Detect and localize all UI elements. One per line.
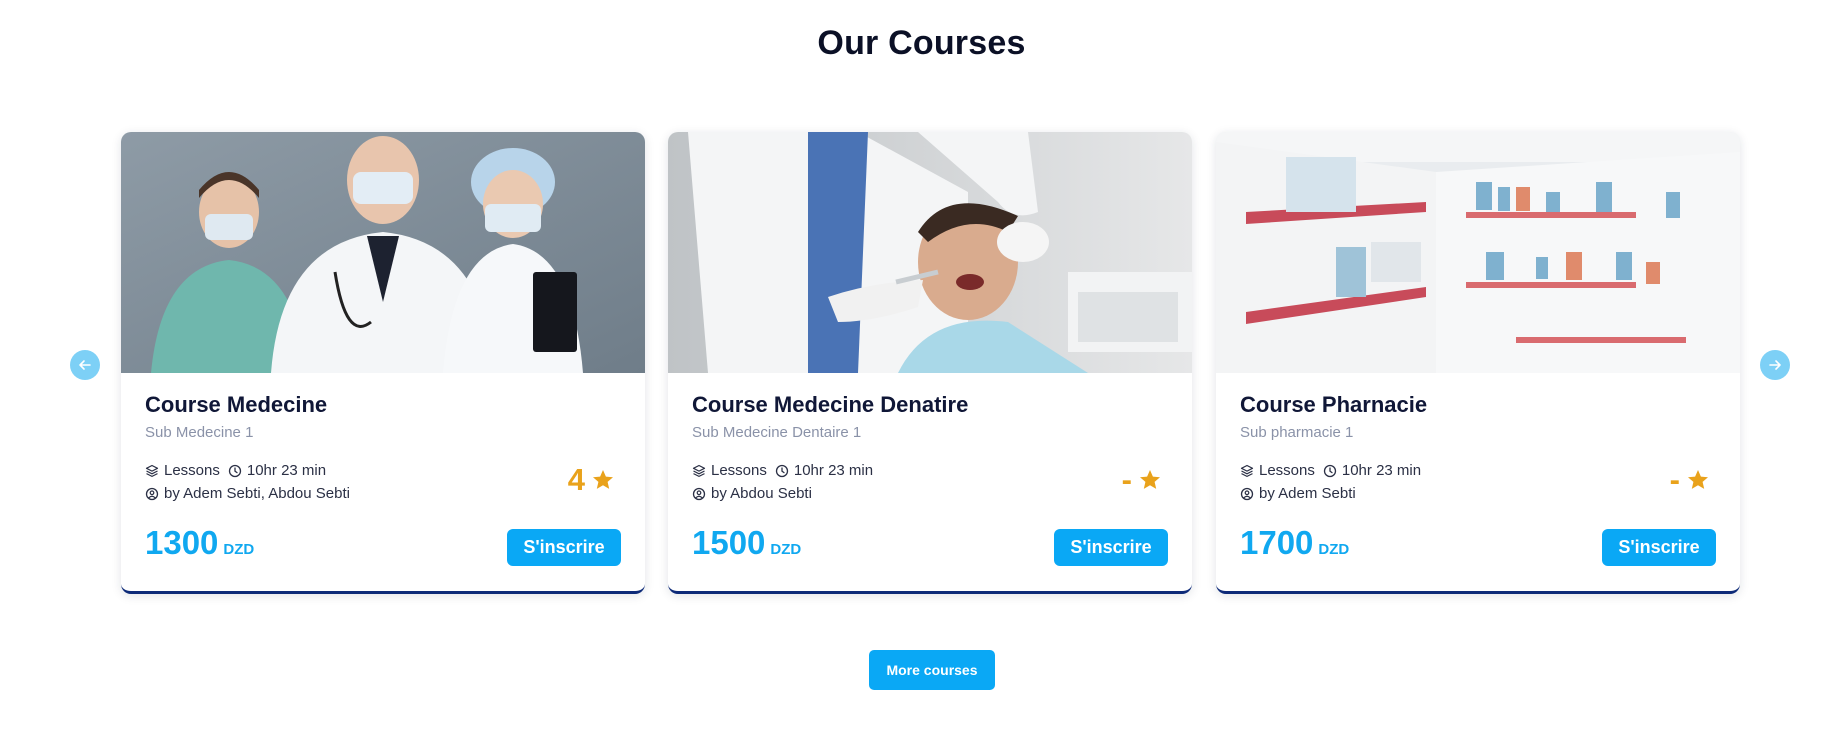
layers-icon bbox=[692, 464, 706, 478]
star-icon bbox=[1686, 468, 1710, 492]
user-icon bbox=[692, 487, 706, 501]
authors-label: by Adem Sebti, Abdou Sebti bbox=[164, 485, 350, 502]
duration-label: 10hr 23 min bbox=[246, 462, 327, 479]
course-rating: 4 bbox=[568, 462, 615, 498]
course-image-dentist bbox=[668, 132, 1192, 373]
layers-icon bbox=[1240, 464, 1254, 478]
price-currency: DZD bbox=[1318, 541, 1350, 558]
lessons-label: Lessons bbox=[1259, 462, 1315, 479]
course-subtitle: Sub Medecine 1 bbox=[145, 424, 254, 441]
price-currency: DZD bbox=[770, 541, 802, 558]
rating-value: 4 bbox=[567, 462, 585, 497]
course-rating: - bbox=[1122, 462, 1162, 498]
price-amount: 1700 bbox=[1240, 524, 1314, 561]
authors-label: by Adem Sebti bbox=[1259, 485, 1356, 502]
lessons-label: Lessons bbox=[711, 462, 767, 479]
course-price: 1500 DZD bbox=[692, 524, 801, 562]
course-subtitle: Sub Medecine Dentaire 1 bbox=[692, 424, 862, 441]
star-icon bbox=[591, 468, 615, 492]
price-currency: DZD bbox=[223, 541, 255, 558]
star-icon bbox=[1138, 468, 1162, 492]
course-title[interactable]: Course Medecine bbox=[145, 392, 327, 418]
course-subtitle: Sub pharmacie 1 bbox=[1240, 424, 1354, 441]
course-image-pharmacy bbox=[1216, 132, 1740, 373]
course-price: 1700 DZD bbox=[1240, 524, 1349, 562]
course-title[interactable]: Course Pharnacie bbox=[1240, 392, 1427, 418]
section-title: Our Courses bbox=[817, 24, 1026, 62]
course-rating: - bbox=[1670, 462, 1710, 498]
lessons-label: Lessons bbox=[164, 462, 220, 479]
course-image-medical-staff bbox=[121, 132, 645, 373]
more-courses-button[interactable]: More courses bbox=[869, 650, 995, 690]
arrow-right-icon bbox=[1768, 358, 1782, 372]
duration-label: 10hr 23 min bbox=[793, 462, 874, 479]
arrow-left-icon bbox=[78, 358, 92, 372]
clock-icon bbox=[1323, 464, 1337, 478]
clock-icon bbox=[775, 464, 789, 478]
user-icon bbox=[145, 487, 159, 501]
rating-value: - bbox=[1669, 462, 1680, 497]
course-card[interactable]: Course Medecine Sub Medecine 1 Lessons 1… bbox=[121, 132, 645, 594]
authors-label: by Abdou Sebti bbox=[711, 485, 812, 502]
carousel-prev-button[interactable] bbox=[70, 350, 100, 380]
enroll-button[interactable]: S'inscrire bbox=[507, 529, 621, 566]
course-title[interactable]: Course Medecine Denatire bbox=[692, 392, 968, 418]
enroll-button[interactable]: S'inscrire bbox=[1054, 529, 1168, 566]
course-card[interactable]: Course Pharnacie Sub pharmacie 1 Lessons… bbox=[1216, 132, 1740, 594]
carousel-next-button[interactable] bbox=[1760, 350, 1790, 380]
user-icon bbox=[1240, 487, 1254, 501]
layers-icon bbox=[145, 464, 159, 478]
price-amount: 1300 bbox=[145, 524, 219, 561]
duration-label: 10hr 23 min bbox=[1341, 462, 1422, 479]
course-price: 1300 DZD bbox=[145, 524, 254, 562]
enroll-button[interactable]: S'inscrire bbox=[1602, 529, 1716, 566]
clock-icon bbox=[228, 464, 242, 478]
course-card[interactable]: Course Medecine Denatire Sub Medecine De… bbox=[668, 132, 1192, 594]
price-amount: 1500 bbox=[692, 524, 766, 561]
rating-value: - bbox=[1121, 462, 1132, 497]
